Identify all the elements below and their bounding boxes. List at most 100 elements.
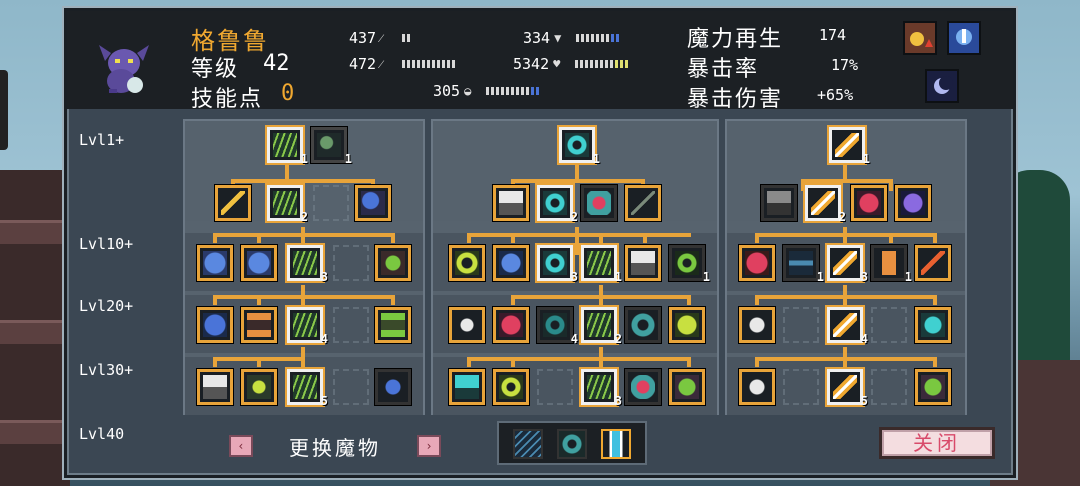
skill-node-green-hourglass[interactable] xyxy=(375,307,411,343)
type-tab-light-icon[interactable] xyxy=(601,429,631,459)
skill-node-blue-hearts-2[interactable] xyxy=(241,245,277,281)
water-buff-icon[interactable] xyxy=(947,21,981,55)
skill-node-gear[interactable]: 1 xyxy=(669,245,710,284)
skill-node-fire-dash[interactable]: 1 xyxy=(871,245,912,284)
skill-node-blue-hearts[interactable] xyxy=(197,245,233,281)
skill-points-label: 技能点 xyxy=(191,87,264,112)
skill-node-rock-cluster[interactable]: 1 xyxy=(311,127,352,166)
stat-attack-value: 437 xyxy=(349,29,377,47)
skill-node-red-orb[interactable] xyxy=(581,185,617,221)
skill-node-light-beam[interactable]: 1 xyxy=(829,127,870,166)
fire-buff-icon[interactable] xyxy=(903,21,937,55)
skill-node-shield-tower[interactable] xyxy=(625,245,661,281)
skill-tree-column-3: 1 2 1 3 1 4 5 xyxy=(725,119,967,415)
switch-monster-label: 更换魔物 xyxy=(289,435,381,460)
monster-avatar xyxy=(91,31,157,97)
stat-magic-attack-value: 472 xyxy=(349,55,377,73)
skill-node-cyan-rune[interactable]: 1 xyxy=(559,127,600,166)
skill-tree-column-1: 1 1 2 3 4 5 xyxy=(183,119,425,415)
tier-label-10: Lvl10+ xyxy=(79,235,134,253)
skill-node-cyan-arrow[interactable] xyxy=(449,369,485,405)
sword-icon: ⁄ xyxy=(380,31,383,45)
skill-node-cyan-rune-3[interactable]: 3 xyxy=(537,245,578,284)
tier-label-1: Lvl1+ xyxy=(79,131,125,149)
prev-monster-button[interactable]: ‹ xyxy=(229,435,253,457)
moon-buff-icon[interactable] xyxy=(925,69,959,103)
skill-node-light-beam-2[interactable]: 2 xyxy=(805,185,846,224)
skill-node-red-diamond[interactable] xyxy=(493,307,529,343)
skill-node-light-beam-4[interactable]: 4 xyxy=(827,307,868,346)
mana-regen-label: 魔力再生 xyxy=(687,27,784,52)
skill-node-white-heart[interactable] xyxy=(739,307,775,343)
skill-node-wave[interactable]: 1 xyxy=(783,245,824,284)
stat-defense-value: 334 xyxy=(523,29,551,47)
skill-node-purple-orbs[interactable] xyxy=(895,185,931,221)
tier-label-40: Lvl40 xyxy=(79,425,125,443)
skill-node-dark-blade[interactable] xyxy=(625,185,661,221)
skill-node-red-cluster[interactable] xyxy=(739,245,775,281)
skill-node-green-swirl[interactable] xyxy=(625,307,661,343)
skill-node-blue-cup[interactable] xyxy=(493,245,529,281)
crit-rate-value: 17% xyxy=(831,56,859,74)
staff-icon: ⁄ xyxy=(380,57,383,71)
skill-node-water-drop[interactable] xyxy=(375,369,411,405)
next-monster-button[interactable]: › xyxy=(417,435,441,457)
skill-node-green-heart-c3[interactable] xyxy=(915,369,951,405)
skill-node-chalice[interactable] xyxy=(493,185,529,221)
skill-node-light-beam-3[interactable]: 3 xyxy=(827,245,868,284)
stat-health: 5342 ♥ xyxy=(513,55,629,73)
skill-node-tower[interactable] xyxy=(197,369,233,405)
skill-node-green-creature[interactable] xyxy=(669,307,705,343)
stat-health-bar xyxy=(575,60,629,68)
skill-node-poison-rain-4[interactable]: 4 xyxy=(287,307,328,346)
skill-node-cyan-heart[interactable] xyxy=(915,307,951,343)
skill-node-heart-shield[interactable] xyxy=(355,185,391,221)
skill-node-poison-rain-c2-2[interactable]: 2 xyxy=(581,307,622,346)
stat-mana-value: 305 xyxy=(433,82,461,100)
close-button[interactable]: 关闭 xyxy=(879,427,995,459)
locked-skill-slot xyxy=(313,185,349,221)
skill-node-poison-rain-3[interactable]: 3 xyxy=(287,245,328,284)
skill-node-light-beam-5[interactable]: 5 xyxy=(827,369,868,408)
skill-node-dark-tower[interactable] xyxy=(761,185,797,221)
skill-node-poison-rain-5[interactable]: 5 xyxy=(287,369,328,408)
skill-node-white-heart-2[interactable] xyxy=(739,369,775,405)
crit-damage-value: +65% xyxy=(817,86,854,104)
monster-info-header: 格鲁鲁 等级 42 技能点 0 437 ⁄ 472 ⁄ 305 ◒ 334 ▼ … xyxy=(67,11,1013,112)
potion-icon: ◒ xyxy=(464,84,472,98)
locked-skill-slot xyxy=(871,369,907,405)
skill-node-green-heart[interactable] xyxy=(375,245,411,281)
tier-label-20: Lvl20+ xyxy=(79,297,134,315)
skill-node-poison-rain-2[interactable]: 2 xyxy=(267,185,308,224)
skill-node-golden-sword[interactable] xyxy=(215,185,251,221)
skill-node-red-plus[interactable] xyxy=(851,185,887,221)
type-tab-blue-rain-icon[interactable] xyxy=(513,429,543,459)
locked-skill-slot xyxy=(537,369,573,405)
shield-icon: ▼ xyxy=(554,31,562,45)
skill-node-cyan-rune-dark[interactable]: 4 xyxy=(537,307,578,346)
crit-damage-label: 暴击伤害 xyxy=(687,87,784,112)
level-value: 42 xyxy=(263,51,290,76)
skill-node-red-swirl[interactable] xyxy=(625,369,661,405)
skill-node-poison-rain-c2-3[interactable]: 3 xyxy=(581,369,622,408)
skill-node-poison-rain-c2[interactable]: 1 xyxy=(581,245,622,284)
crit-rate-label: 暴击率 xyxy=(687,57,760,82)
skill-node-hourglass[interactable] xyxy=(241,307,277,343)
stat-defense-bar xyxy=(576,34,620,42)
stat-mana-bar xyxy=(486,87,540,95)
skill-node-poison-ring[interactable] xyxy=(449,245,485,281)
skill-points-value: 0 xyxy=(281,81,295,106)
skill-node-dark-heart[interactable] xyxy=(449,307,485,343)
skill-node-green-star[interactable] xyxy=(241,369,277,405)
tier-label-30: Lvl30+ xyxy=(79,361,134,379)
type-tab-cyan-rune-icon[interactable] xyxy=(557,429,587,459)
skill-node-poison-rain[interactable]: 1 xyxy=(267,127,308,166)
monster-switcher: ‹ 更换魔物 › xyxy=(229,431,441,461)
skill-node-blue-orbs[interactable] xyxy=(197,307,233,343)
locked-skill-slot xyxy=(871,307,907,343)
skill-node-green-heart-c2[interactable] xyxy=(669,369,705,405)
skill-node-green-gear[interactable] xyxy=(493,369,529,405)
skill-node-flame-blade[interactable] xyxy=(915,245,951,281)
skill-node-cyan-rune-2[interactable]: 2 xyxy=(537,185,578,224)
stat-magic-attack-bar xyxy=(402,60,456,68)
